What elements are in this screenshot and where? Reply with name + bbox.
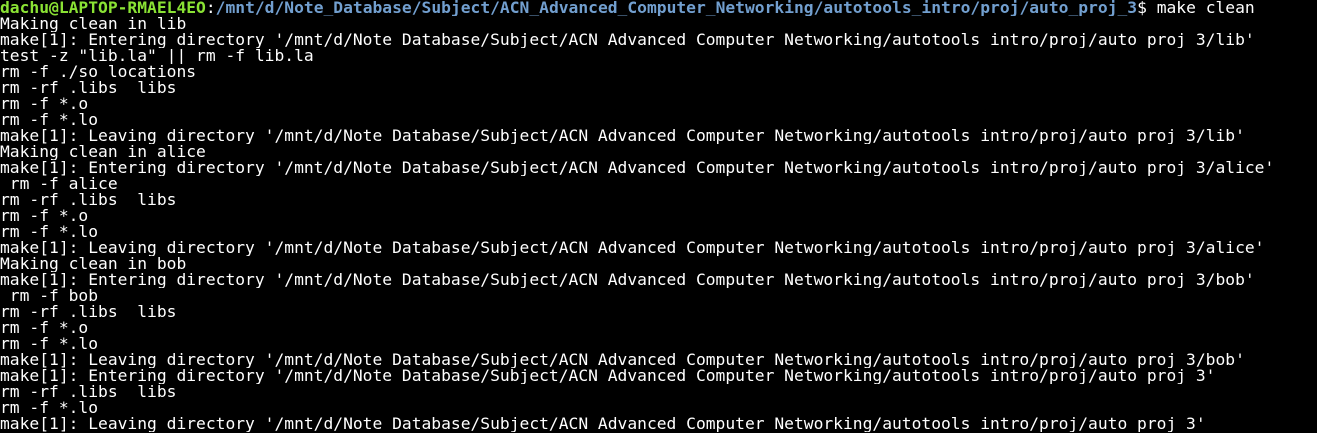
output-line: rm -f *.o — [0, 96, 89, 112]
output-line: make[1]: Entering directory '/mnt/d/Note… — [0, 272, 1255, 288]
terminal-window[interactable]: dachu@LAPTOP-RMAEL4EO:/mnt/d/Note_Databa… — [0, 0, 1317, 433]
output-line: rm -f ./so_locations — [0, 64, 197, 80]
output-line: make[1]: Entering directory '/mnt/d/Note… — [0, 160, 1275, 176]
output-line: rm -f *.lo — [0, 224, 99, 240]
output-line: rm -f *.o — [0, 320, 89, 336]
prompt-user-host: dachu@LAPTOP-RMAEL4EO — [0, 0, 206, 16]
output-line: Making clean in bob — [0, 256, 187, 272]
prompt-symbol: $ — [1137, 0, 1157, 16]
command-text: make clean — [1156, 0, 1255, 16]
output-line: Making clean in lib — [0, 16, 187, 32]
output-block: Making clean in lib make[1]: Entering di… — [0, 16, 1317, 432]
output-line: make[1]: Entering directory '/mnt/d/Note… — [0, 32, 1255, 48]
prompt-colon: : — [205, 0, 216, 16]
output-line: make[1]: Entering directory '/mnt/d/Note… — [0, 368, 1216, 384]
output-line: rm -rf .libs _libs — [0, 304, 177, 320]
output-line: rm -rf .libs _libs — [0, 384, 177, 400]
output-line: make[1]: Leaving directory '/mnt/d/Note_… — [0, 128, 1245, 144]
output-line: rm -f alice — [0, 176, 118, 192]
output-line: rm -f *.lo — [0, 112, 99, 128]
output-line: test -z "lib.la" || rm -f lib.la — [0, 48, 314, 64]
output-line: make[1]: Leaving directory '/mnt/d/Note_… — [0, 416, 1206, 432]
output-line: Making clean in alice — [0, 144, 206, 160]
output-line: make[1]: Leaving directory '/mnt/d/Note_… — [0, 240, 1265, 256]
output-line: rm -f bob — [0, 288, 99, 304]
output-line: rm -rf .libs _libs — [0, 192, 177, 208]
output-line: rm -f *.o — [0, 208, 89, 224]
prompt-line: dachu@LAPTOP-RMAEL4EO:/mnt/d/Note_Databa… — [0, 0, 1317, 16]
output-line: make[1]: Leaving directory '/mnt/d/Note_… — [0, 352, 1245, 368]
prompt-path: /mnt/d/Note_Database/Subject/ACN_Advance… — [215, 0, 1138, 16]
output-line: rm -f *.lo — [0, 400, 99, 416]
output-line: rm -rf .libs _libs — [0, 80, 177, 96]
output-line: rm -f *.lo — [0, 336, 99, 352]
